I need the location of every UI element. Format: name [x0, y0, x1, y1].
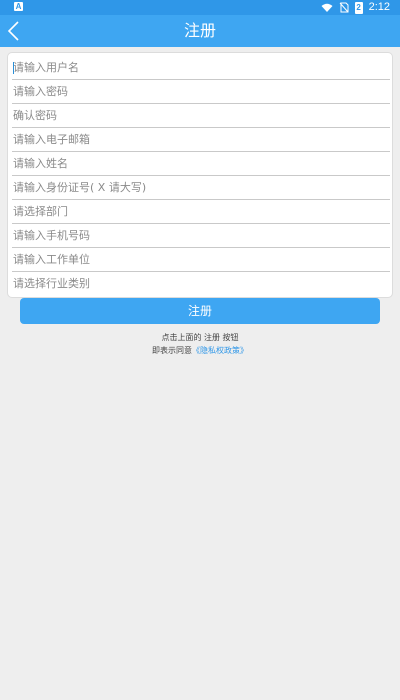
workplace-input[interactable]	[12, 248, 390, 271]
phone-input[interactable]	[12, 224, 390, 247]
page-title: 注册	[183, 21, 216, 40]
status-bar: A 2 2:12	[0, 0, 400, 15]
email-input[interactable]	[12, 128, 390, 151]
confirm-password-input[interactable]	[12, 104, 390, 127]
notification-a-icon: A	[14, 2, 23, 11]
app-bar: 注册	[0, 15, 400, 47]
id-number-field-row	[12, 176, 390, 200]
industry-select[interactable]	[12, 272, 390, 295]
wifi-icon	[321, 3, 333, 12]
email-field-row	[12, 128, 390, 152]
privacy-policy-link[interactable]: 《隐私权政策》	[192, 346, 248, 355]
confirm-password-field-row	[12, 104, 390, 128]
id-number-input[interactable]	[12, 176, 390, 199]
name-field-row	[12, 152, 390, 176]
industry-field-row	[12, 272, 390, 296]
username-field-row	[12, 56, 390, 80]
text-caret	[13, 62, 14, 74]
battery-icon: 2	[354, 1, 363, 14]
password-field-row	[12, 80, 390, 104]
agreement-notice-line2: 即表示同意《隐私权政策》	[0, 345, 400, 356]
name-input[interactable]	[12, 152, 390, 175]
department-field-row	[12, 200, 390, 224]
battery-level: 2	[356, 2, 361, 12]
status-right-group: 2 2:12	[321, 1, 390, 14]
agreement-prefix: 即表示同意	[152, 346, 192, 355]
status-time: 2:12	[368, 1, 390, 13]
department-select[interactable]	[12, 200, 390, 223]
agreement-notice-line1: 点击上面的 注册 按钮	[161, 333, 239, 342]
register-button[interactable]: 注册	[20, 298, 380, 324]
username-input[interactable]	[12, 56, 390, 79]
registration-form	[7, 52, 393, 298]
workplace-field-row	[12, 248, 390, 272]
phone-field-row	[12, 224, 390, 248]
no-sim-icon	[339, 2, 349, 13]
password-input[interactable]	[12, 80, 390, 103]
